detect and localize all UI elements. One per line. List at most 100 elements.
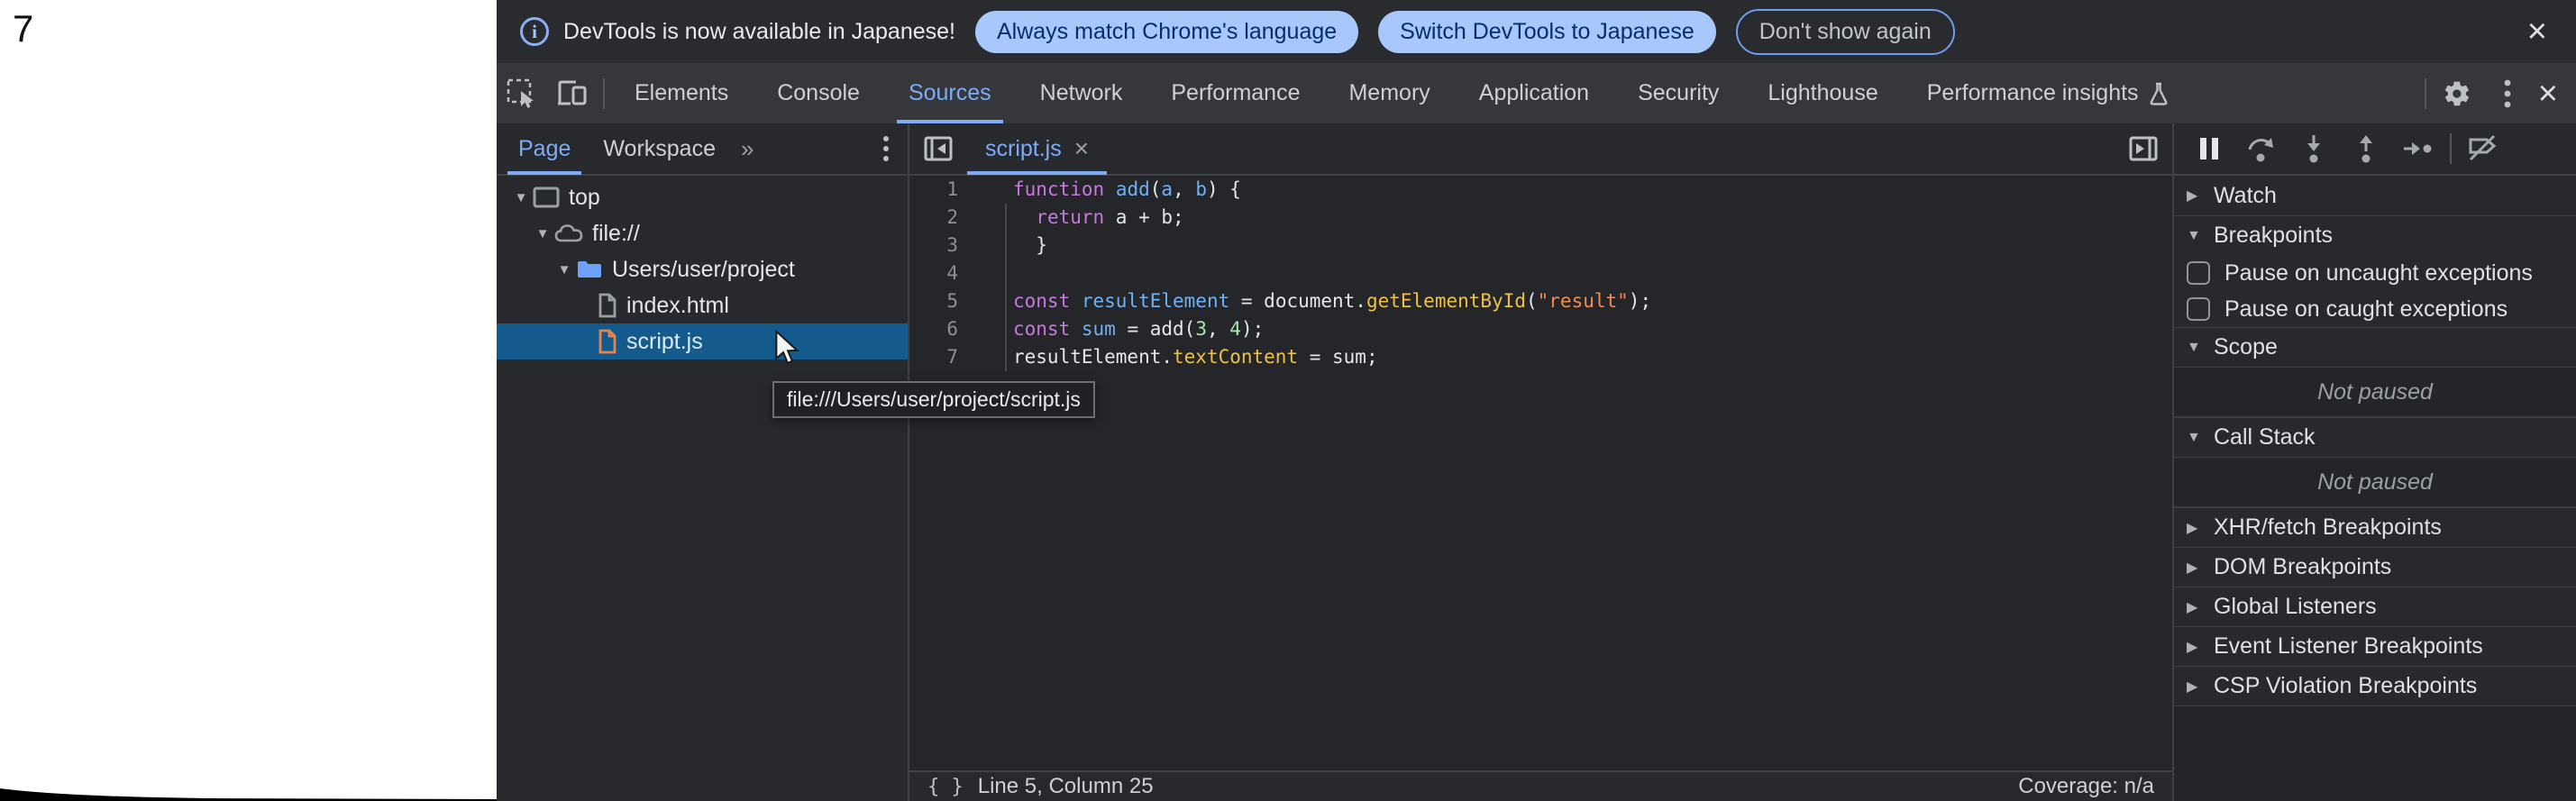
debugger-toolbar [2174,123,2576,176]
expander-right-icon: ▶ [2187,519,2214,537]
section-call-stack[interactable]: ▼Call Stack [2174,417,2576,457]
line-number[interactable]: 2 [909,204,978,232]
code-line-3[interactable]: 3 } [909,232,2172,259]
more-tabs-chevron[interactable]: » [732,135,764,163]
settings-gear-icon[interactable] [2432,63,2482,123]
step-out-icon[interactable] [2340,123,2392,175]
braces-icon[interactable]: { } [927,776,964,798]
editor-pane: script.js × 1function add(a, b) { [909,123,2174,801]
tab-lighthouse[interactable]: Lighthouse [1743,63,1902,123]
line-number[interactable]: 6 [909,315,978,343]
checkbox-pause-on-caught-exceptions[interactable]: Pause on caught exceptions [2174,291,2576,327]
editor-status-bar: { } Line 5, Column 25 Coverage: n/a [909,770,2172,801]
code-line-4[interactable]: 4 [909,259,2172,287]
tab-console[interactable]: Console [753,63,884,123]
code-line-7[interactable]: 7resultElement.textContent = sum; [909,343,2172,371]
not-paused-note: Not paused [2174,457,2576,507]
match-chrome-language-button[interactable]: Always match Chrome's language [975,11,1358,53]
section-csp-violation-breakpoints[interactable]: ▶CSP Violation Breakpoints [2174,666,2576,705]
step-into-icon[interactable] [2288,123,2340,175]
collapse-debugger-icon[interactable] [2115,136,2172,161]
corner-black-wedge [0,787,505,801]
editor-tab-strip: script.js × [909,123,2172,176]
expander-down-icon: ▼ [2187,340,2214,356]
tab-label: Console [777,80,860,106]
tree-item-index-html[interactable]: index.html [497,287,908,323]
tab-label: Memory [1348,80,1430,106]
editor-tab-label: script.js [985,136,1062,162]
expander-down-icon[interactable]: ▼ [533,226,553,241]
tab-label: Performance [1171,80,1300,106]
expander-right-icon: ▶ [2187,598,2214,616]
navigator-kebab-icon[interactable] [870,135,902,162]
tab-label: Lighthouse [1768,80,1877,106]
collapse-navigator-icon[interactable] [909,136,967,161]
tab-application[interactable]: Application [1455,63,1613,123]
deactivate-breakpoints-icon[interactable] [2457,123,2509,175]
tab-security[interactable]: Security [1613,63,1743,123]
tab-performance[interactable]: Performance [1146,63,1324,123]
step-icon[interactable] [2392,123,2444,175]
navigator-tab-page[interactable]: Page [502,123,587,175]
tree-item-top[interactable]: ▼top [497,179,908,215]
line-number[interactable]: 1 [909,176,978,204]
tab-memory[interactable]: Memory [1324,63,1454,123]
section-scope[interactable]: ▼Scope [2174,327,2576,367]
code-line-2[interactable]: 2 return a + b; [909,204,2172,232]
inspect-element-icon[interactable] [497,63,547,123]
code-line-5[interactable]: 5const resultElement = document.getEleme… [909,287,2172,315]
kebab-menu-icon[interactable] [2482,63,2533,123]
section-label: Event Listener Breakpoints [2214,633,2483,660]
tab-sources[interactable]: Sources [884,63,1016,123]
infobar-close-icon[interactable]: × [2522,14,2553,49]
code-editor[interactable]: 1function add(a, b) {2 return a + b;3 }4… [909,176,2172,770]
expander-down-icon[interactable]: ▼ [554,262,574,278]
section-event-listener-breakpoints[interactable]: ▶Event Listener Breakpoints [2174,626,2576,666]
checkbox-box[interactable] [2187,297,2210,321]
tab-performance-insights[interactable]: Performance insights [1903,63,2194,123]
section-dom-breakpoints[interactable]: ▶DOM Breakpoints [2174,547,2576,587]
section-watch[interactable]: ▶Watch [2174,176,2576,215]
debugger-empty-area [2174,705,2576,801]
tree-item-label: Users/user/project [612,257,795,283]
line-number[interactable]: 7 [909,343,978,371]
info-icon: i [520,17,549,46]
pause-script-icon[interactable] [2183,123,2235,175]
expander-down-icon[interactable]: ▼ [511,190,531,205]
dont-show-again-button[interactable]: Don't show again [1736,9,1955,55]
gutter-divider [1005,204,1007,371]
code-line-1[interactable]: 1function add(a, b) { [909,176,2172,204]
section-label: Global Listeners [2214,594,2377,620]
editor-tab-close-icon[interactable]: × [1074,136,1089,161]
tree-item-file[interactable]: ▼file:// [497,215,908,251]
section-xhr-fetch-breakpoints[interactable]: ▶XHR/fetch Breakpoints [2174,507,2576,547]
navigator-tab-workspace[interactable]: Workspace [587,123,732,175]
checkbox-pause-on-uncaught-exceptions[interactable]: Pause on uncaught exceptions [2174,255,2576,291]
checkbox-box[interactable] [2187,261,2210,285]
tab-label: Application [1479,80,1589,106]
tab-label: Sources [909,80,991,106]
editor-tab-scriptjs[interactable]: script.js × [967,123,1107,175]
mouse-cursor [773,330,804,366]
switch-devtools-japanese-button[interactable]: Switch DevTools to Japanese [1378,11,1716,53]
debugger-toolbar-divider [2450,133,2452,164]
code-line-6[interactable]: 6const sum = add(3, 4); [909,315,2172,343]
file-tree: ▼top▼file://▼Users/user/projectindex.htm… [497,176,908,801]
checkbox-label: Pause on caught exceptions [2224,296,2507,323]
tree-item-users-user-project[interactable]: ▼ Users/user/project [497,251,908,287]
tree-item-script-js[interactable]: script.js [497,323,908,360]
section-breakpoints[interactable]: ▼Breakpoints [2174,215,2576,255]
line-number[interactable]: 4 [909,259,978,287]
debugger-pane: ▶Watch▼BreakpointsPause on uncaught exce… [2174,123,2576,801]
device-toolbar-icon[interactable] [547,63,598,123]
tab-network[interactable]: Network [1016,63,1147,123]
line-number[interactable]: 5 [909,287,978,315]
line-number[interactable]: 3 [909,232,978,259]
devtools-close-icon[interactable]: × [2533,77,2563,111]
tab-elements[interactable]: Elements [610,63,753,123]
section-global-listeners[interactable]: ▶Global Listeners [2174,587,2576,626]
section-label: Watch [2214,183,2277,209]
step-over-icon[interactable] [2235,123,2288,175]
navigator-tab-strip: PageWorkspace [502,123,732,175]
toolbar-right-controls: × [2419,63,2576,123]
